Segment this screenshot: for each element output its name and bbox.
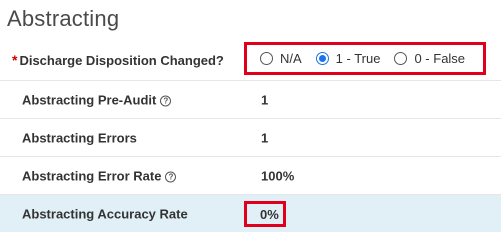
question-circle-icon[interactable]: ? xyxy=(160,95,172,106)
radio-option-true[interactable]: 1 - True xyxy=(315,51,381,66)
radio-true[interactable] xyxy=(315,52,329,65)
accuracy-rate-value: 0% xyxy=(244,201,286,227)
discharge-disposition-radio-group: N/A 1 - True 0 - False xyxy=(244,42,486,75)
error-rate-row: Abstracting Error Rate? 100% xyxy=(0,156,501,194)
discharge-disposition-row: * Discharge Disposition Changed? N/A 1 - … xyxy=(0,40,501,80)
discharge-disposition-label-text: Discharge Disposition Changed? xyxy=(19,53,224,68)
radio-false-label: 0 - False xyxy=(414,51,466,66)
error-rate-label-text: Abstracting Error Rate xyxy=(22,168,162,183)
required-marker: * xyxy=(12,52,18,68)
radio-na-label: N/A xyxy=(280,51,302,66)
error-rate-label: Abstracting Error Rate? xyxy=(22,168,177,183)
errors-row: Abstracting Errors 1 xyxy=(0,118,501,156)
accuracy-rate-row: Abstracting Accuracy Rate 0% xyxy=(0,194,501,232)
abstracting-fields: * Discharge Disposition Changed? N/A 1 - … xyxy=(0,40,501,232)
radio-option-na[interactable]: N/A xyxy=(260,51,302,66)
pre-audit-label: Abstracting Pre-Audit? xyxy=(22,92,172,107)
section-title: Abstracting xyxy=(7,6,120,31)
errors-value: 1 xyxy=(261,130,269,145)
pre-audit-row: Abstracting Pre-Audit? 1 xyxy=(0,80,501,118)
error-rate-value: 100% xyxy=(261,168,295,183)
discharge-disposition-label: * Discharge Disposition Changed? xyxy=(12,52,224,68)
errors-label: Abstracting Errors xyxy=(22,130,137,145)
pre-audit-value: 1 xyxy=(261,92,269,107)
radio-false[interactable] xyxy=(394,52,408,65)
radio-na[interactable] xyxy=(260,52,273,65)
pre-audit-label-text: Abstracting Pre-Audit xyxy=(22,92,157,107)
question-circle-icon[interactable]: ? xyxy=(165,171,177,182)
radio-true-label: 1 - True xyxy=(335,51,381,66)
accuracy-rate-label: Abstracting Accuracy Rate xyxy=(22,206,188,221)
radio-option-false[interactable]: 0 - False xyxy=(394,51,465,66)
